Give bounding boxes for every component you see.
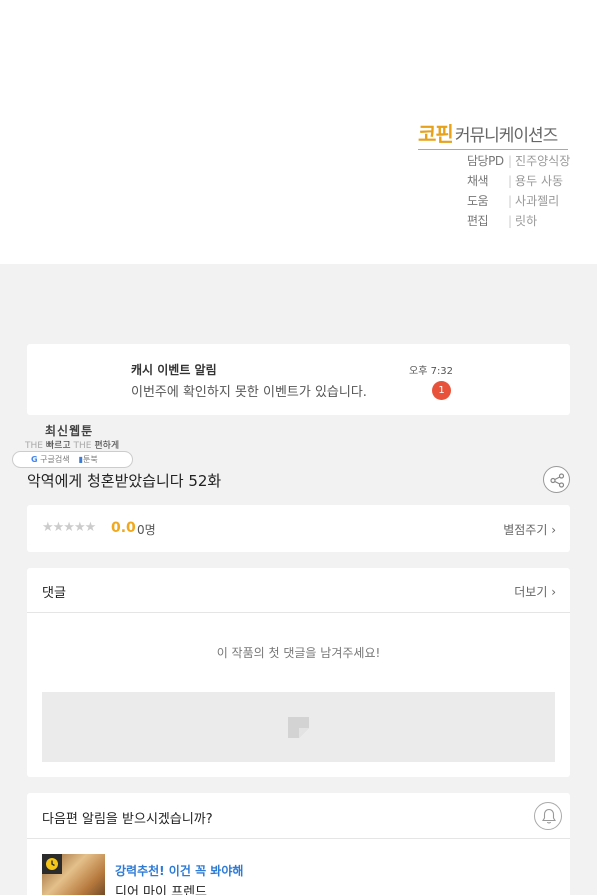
brand-accent: 코핀 xyxy=(418,122,454,146)
placeholder-icon xyxy=(288,717,309,738)
notify-title: 다음편 알림을 받으시겠습니까? xyxy=(42,812,213,827)
episode-title: 악역에게 청혼받았습니다 52화 xyxy=(27,472,222,490)
credit-role: 도움 xyxy=(467,194,489,208)
share-icon xyxy=(550,473,565,488)
watermark-title: 최신웹툰 xyxy=(45,424,94,438)
clock-icon xyxy=(46,858,58,870)
notify-header: 다음편 알림을 받으시겠습니까? xyxy=(27,793,570,839)
credit-role: 편집 xyxy=(467,214,489,228)
credit-row: 편집 | 릿하 xyxy=(467,211,570,231)
bell-icon xyxy=(542,808,556,824)
comments-title: 댓글 xyxy=(42,586,66,601)
rating-count: 0명 xyxy=(137,523,156,537)
comments-header: 댓글 더보기 › xyxy=(27,568,570,613)
credit-role: 채색 xyxy=(467,174,489,188)
rating-bar: ★★★★★ 0.0 0명 별점주기 › xyxy=(27,505,570,552)
event-title: 캐시 이벤트 알림 xyxy=(131,363,217,377)
event-description: 이번주에 확인하지 못한 이벤트가 있습니다. xyxy=(131,385,367,400)
star-rating-icon: ★★★★★ xyxy=(42,520,96,535)
event-count-badge: 1 xyxy=(432,381,451,400)
ad-placeholder xyxy=(42,692,555,762)
share-button[interactable] xyxy=(543,466,570,493)
credit-name: 용두 사동 xyxy=(515,174,564,188)
brand-rest: 커뮤니케이션즈 xyxy=(454,126,558,146)
watermark-slogan: THE 빠르고 THE 편하게 xyxy=(25,441,120,451)
credit-row: 담당PD | 진주양식장 xyxy=(467,151,570,171)
event-time: 오후 7:32 xyxy=(409,366,454,377)
credit-role: 담당PD xyxy=(467,154,504,168)
clock-badge xyxy=(42,854,62,874)
recommend-thumbnail[interactable] xyxy=(42,854,105,895)
rating-score: 0.0 xyxy=(111,520,136,536)
recommend-label: 강력추천! 이건 꼭 봐야해 xyxy=(115,864,244,878)
watermark-search-pill: G 구글검색 ▮툰북 xyxy=(12,451,133,468)
credit-row: 도움 | 사과젤리 xyxy=(467,191,570,211)
credits-section: 코핀 커뮤니케이션즈 담당PD | 진주양식장 채색 | 용두 사동 도움 | 사과젤리 편집… xyxy=(0,0,597,264)
comments-section: 댓글 더보기 › 이 작품의 첫 댓글을 남겨주세요! xyxy=(27,568,570,777)
notify-bell-button[interactable] xyxy=(534,802,562,830)
google-icon: G xyxy=(31,455,38,464)
comments-more-link[interactable]: 더보기 › xyxy=(514,583,556,600)
rate-button[interactable]: 별점주기 › xyxy=(503,521,556,538)
credit-name: 사과젤리 xyxy=(515,194,560,208)
recommend-title[interactable]: 디어 마이 프렌드 xyxy=(115,881,207,895)
comments-empty-message: 이 작품의 첫 댓글을 남겨주세요! xyxy=(216,646,381,660)
credit-name: 진주양식장 xyxy=(515,154,571,168)
cash-event-banner[interactable]: 캐시 이벤트 알림 이번주에 확인하지 못한 이벤트가 있습니다. 오후 7:3… xyxy=(27,344,570,415)
publisher-logo: 코핀 커뮤니케이션즈 xyxy=(418,118,568,150)
credits-list: 담당PD | 진주양식장 채색 | 용두 사동 도움 | 사과젤리 편집 | 릿하 xyxy=(467,151,570,231)
next-episode-notify: 다음편 알림을 받으시겠습니까? 강력추천! 이건 꼭 봐야해 디어 마이 프렌… xyxy=(27,793,570,895)
site-watermark: 최신웹툰 THE 빠르고 THE 편하게 G 구글검색 ▮툰북 xyxy=(12,421,134,469)
credit-name: 릿하 xyxy=(515,214,538,228)
credit-row: 채색 | 용두 사동 xyxy=(467,171,570,191)
